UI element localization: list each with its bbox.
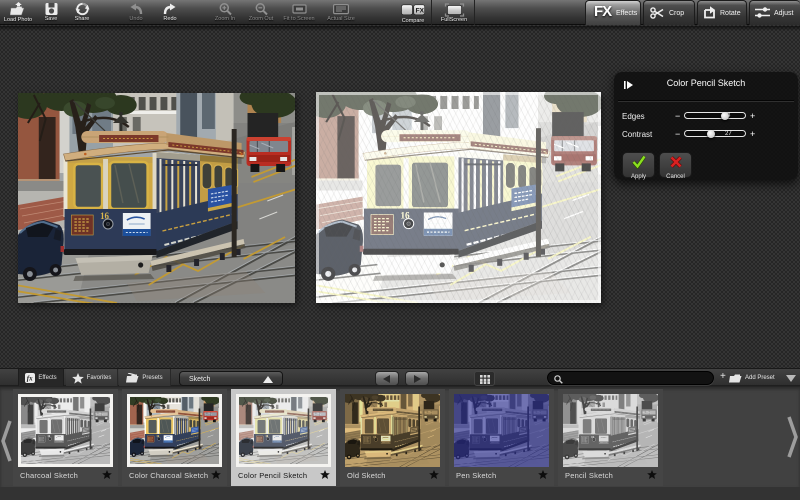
svg-text:fx: fx: [27, 375, 33, 383]
svg-text:FX: FX: [416, 7, 425, 14]
